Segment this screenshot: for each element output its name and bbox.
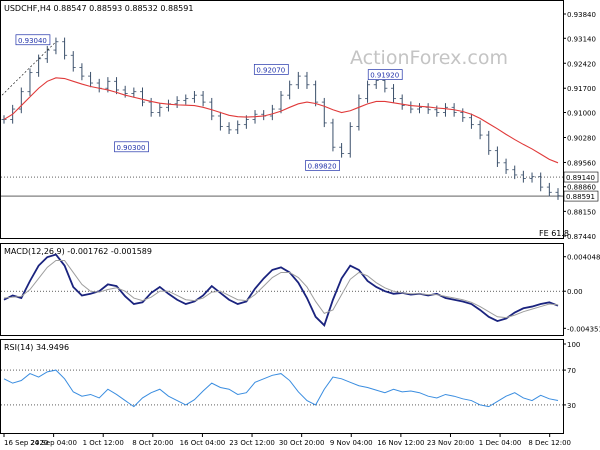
price-ma-line <box>3 77 559 164</box>
x-tick-label: 1 Oct 12:00 <box>83 439 124 447</box>
price-annotation-label: 0.92070 <box>256 66 285 74</box>
price-panel-title: USDCHF,H4 0.88547 0.88593 0.88532 0.8859… <box>4 4 193 13</box>
macd-panel-frame <box>0 243 564 336</box>
x-tick-label: 8 Oct 20:00 <box>132 439 173 447</box>
price-panel-frame <box>0 0 564 239</box>
rsi-panel-frame <box>0 339 564 434</box>
price-y-tick-label: 0.92420 <box>567 60 596 68</box>
price-y-tick-label: 0.88150 <box>567 208 596 216</box>
macd-signal-line <box>3 260 559 319</box>
macd-panel-title: MACD(12,26,9) -0.001762 -0.001589 <box>4 247 152 256</box>
x-tick-label: 9 Nov 04:00 <box>330 439 373 447</box>
labels-layer: 0.93840 0.93140 0.92420 0.91700 0.91000 0.902… <box>4 11 600 447</box>
price-y-tick-label: 0.90280 <box>567 134 596 142</box>
chart-svg: ActionForex.com USDCHF,H4 0.88547 0.8859… <box>0 0 600 447</box>
grid-layer <box>1 13 566 437</box>
rsi-panel-title: RSI(14) 34.9496 <box>4 343 69 352</box>
price-y-tick-label: 0.93840 <box>567 11 596 19</box>
x-tick-label: 23 Oct 12:00 <box>229 439 275 447</box>
price-y-tick-label: 0.91700 <box>567 85 596 93</box>
macd-y-tick-label: -0.004351 <box>567 325 600 333</box>
x-tick-label: 16 Oct 04:00 <box>180 439 226 447</box>
rsi-y-tick-label: 30 <box>567 402 576 410</box>
fe-label: FE 61.8 <box>539 229 569 238</box>
price-annotation-label: 0.89820 <box>308 162 337 170</box>
price-annotation-label: 0.90300 <box>117 144 146 152</box>
price-hline-label: 0.88591 <box>566 193 595 201</box>
price-hline-label: 0.89140 <box>566 174 595 182</box>
price-y-tick-label: 0.87440 <box>567 233 596 241</box>
x-tick-label: 23 Nov 20:00 <box>427 439 474 447</box>
x-tick-label: 24 Sep 04:00 <box>30 439 77 447</box>
x-tick-label: 1 Dec 04:00 <box>479 439 522 447</box>
price-y-tick-label: 0.91000 <box>567 110 596 118</box>
x-tick-label: 8 Dec 12:00 <box>528 439 571 447</box>
series-layer <box>1 37 561 408</box>
price-annotation-label: 0.91920 <box>370 72 399 80</box>
macd-y-tick-label: 0.00 <box>567 288 583 296</box>
price-annotation-label: 0.93040 <box>18 37 47 45</box>
macd-y-tick-label: 0.004048 <box>567 254 600 262</box>
x-tick-label: 16 Nov 12:00 <box>377 439 424 447</box>
price-y-tick-label: 0.89560 <box>567 159 596 167</box>
price-y-tick-label: 0.93140 <box>567 35 596 43</box>
x-tick-label: 30 Oct 20:00 <box>279 439 325 447</box>
rsi-y-tick-label: 70 <box>567 367 576 375</box>
chart-root: ActionForex.com USDCHF,H4 0.88547 0.8859… <box>0 0 600 450</box>
rsi-y-tick-label: 100 <box>567 341 580 349</box>
watermark: ActionForex.com <box>350 47 508 69</box>
trend-line <box>1 41 57 96</box>
rsi-line <box>3 369 559 408</box>
price-y-tick-label: 0.88860 <box>567 184 596 192</box>
macd-line <box>3 253 559 327</box>
